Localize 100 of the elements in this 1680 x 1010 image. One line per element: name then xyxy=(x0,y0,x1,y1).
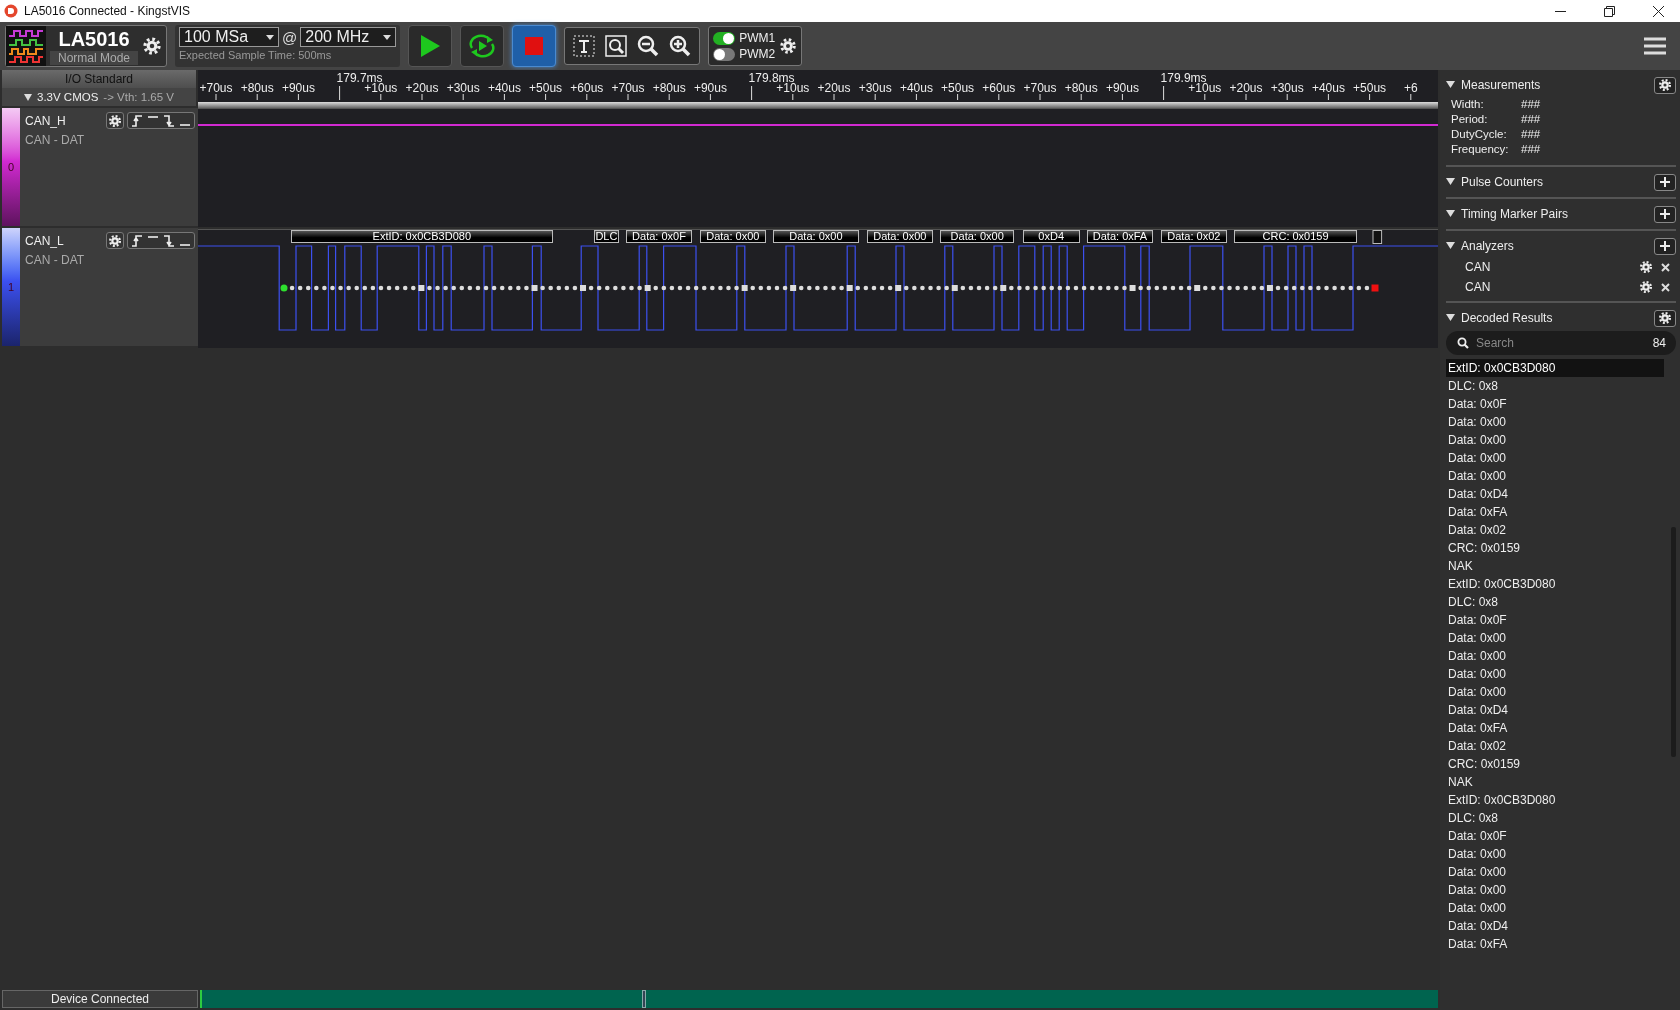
time-offset-label: +80us xyxy=(1064,81,1098,95)
decoded-result-row[interactable]: Data: 0x00 xyxy=(1446,863,1664,881)
collapse-icon[interactable] xyxy=(1446,81,1455,89)
caret-icon xyxy=(383,34,392,40)
decoded-result-row[interactable]: Data: 0x00 xyxy=(1446,899,1664,917)
settings-icon[interactable] xyxy=(1639,280,1653,294)
section-title[interactable]: Decoded Results xyxy=(1461,311,1648,325)
decoded-field[interactable]: Data: 0x00 xyxy=(699,230,766,243)
decoded-result-row[interactable]: Data: 0xFA xyxy=(1446,935,1664,953)
menu-icon[interactable] xyxy=(1644,37,1666,55)
decoded-field[interactable]: Data: 0x02 xyxy=(1160,230,1227,243)
decoded-result-row[interactable]: Data: 0xD4 xyxy=(1446,485,1664,503)
decoded-result-row[interactable]: Data: 0xD4 xyxy=(1446,701,1664,719)
decoded-result-row[interactable]: Data: 0x02 xyxy=(1446,521,1664,539)
start-button[interactable] xyxy=(408,25,453,67)
collapse-icon[interactable] xyxy=(1446,210,1455,218)
time-offset-label: +80us xyxy=(652,81,686,95)
settings-icon[interactable] xyxy=(779,37,798,55)
time-offset-label: +40us xyxy=(487,81,521,95)
section-title[interactable]: Measurements xyxy=(1461,78,1648,92)
restore-icon[interactable] xyxy=(1604,5,1615,17)
zoom-in-icon[interactable] xyxy=(669,35,692,57)
decoded-result-row[interactable]: DLC: 0x8 xyxy=(1446,377,1664,395)
falling-edge-icon[interactable] xyxy=(163,234,175,247)
settings-icon[interactable] xyxy=(142,36,163,56)
decoded-result-row[interactable]: DLC: 0x8 xyxy=(1446,809,1664,827)
decoded-result-row[interactable]: DLC: 0x8 xyxy=(1446,593,1664,611)
zoom-out-icon[interactable] xyxy=(637,35,660,57)
channel-name[interactable]: CAN_H xyxy=(25,113,103,128)
decoded-result-row[interactable]: NAK xyxy=(1446,773,1664,791)
decoded-field[interactable]: ExtID: 0x0CB3D080 xyxy=(290,230,553,243)
decoded-field[interactable]: Data: 0x0F xyxy=(626,230,692,243)
channel-protocol: CAN - DAT xyxy=(25,253,86,267)
decoded-result-row[interactable]: Data: 0x00 xyxy=(1446,449,1664,467)
decoded-result-row[interactable]: ExtID: 0x0CB3D080 xyxy=(1446,791,1664,809)
decoded-result-row[interactable]: Data: 0xFA xyxy=(1446,503,1664,521)
decoded-field[interactable]: 0xD4 xyxy=(1022,230,1080,243)
settings-icon[interactable] xyxy=(1639,260,1653,274)
falling-edge-icon[interactable] xyxy=(163,114,175,127)
rising-edge-icon[interactable] xyxy=(131,234,143,247)
decoded-result-row[interactable]: Data: 0x00 xyxy=(1446,845,1664,863)
analyzer-name[interactable]: CAN xyxy=(1465,260,1631,274)
decoded-field[interactable]: Data: 0x00 xyxy=(773,230,859,243)
decoded-field[interactable]: Data: 0x00 xyxy=(866,230,933,243)
decoded-result-row[interactable]: Data: 0x00 xyxy=(1446,629,1664,647)
decoded-field[interactable]: Data: 0xFA xyxy=(1087,230,1153,243)
decoded-field[interactable]: Data: 0x00 xyxy=(940,230,1014,243)
loop-start-button[interactable] xyxy=(460,25,505,67)
time-offset-label: +70us xyxy=(611,81,645,95)
decoded-result-row[interactable]: Data: 0x0F xyxy=(1446,611,1664,629)
channel-settings-button[interactable] xyxy=(106,232,124,249)
sample-rate-dropdown[interactable]: 200 MHz xyxy=(300,27,397,47)
decoded-result-row[interactable]: ExtID: 0x0CB3D080 xyxy=(1446,575,1664,593)
channel-settings-button[interactable] xyxy=(106,112,124,129)
time-offset-label: +90us xyxy=(1105,81,1139,95)
add-button[interactable] xyxy=(1654,173,1676,191)
decoded-result-row[interactable]: CRC: 0x0159 xyxy=(1446,755,1664,773)
section-title[interactable]: Analyzers xyxy=(1461,239,1648,253)
decoded-result-row[interactable]: Data: 0xFA xyxy=(1446,719,1664,737)
decoded-result-row[interactable]: Data: 0x00 xyxy=(1446,647,1664,665)
collapse-icon[interactable] xyxy=(1446,314,1455,322)
decoded-result-row[interactable]: Data: 0x00 xyxy=(1446,665,1664,683)
add-button[interactable] xyxy=(1654,237,1676,255)
decoded-result-row[interactable]: Data: 0x00 xyxy=(1446,683,1664,701)
decoded-result-row[interactable]: Data: 0x00 xyxy=(1446,881,1664,899)
collapse-icon[interactable] xyxy=(1446,242,1455,250)
sample-depth-dropdown[interactable]: 100 MSa xyxy=(179,27,280,47)
decoded-result-row[interactable]: Data: 0x0F xyxy=(1446,395,1664,413)
io-standard-dropdown[interactable]: 3.3V CMOS -> Vth: 1.65 V xyxy=(2,88,196,106)
text-cursor-icon[interactable] xyxy=(573,35,596,57)
decoded-result-row[interactable]: Data: 0x0F xyxy=(1446,827,1664,845)
add-button[interactable] xyxy=(1654,205,1676,223)
decoded-result-row[interactable]: ExtID: 0x0CB3D080 xyxy=(1446,359,1664,377)
decoded-result-row[interactable]: Data: 0x00 xyxy=(1446,467,1664,485)
close-icon[interactable] xyxy=(1653,5,1664,17)
decoded-result-row[interactable]: Data: 0xD4 xyxy=(1446,917,1664,935)
channel-index: 0 xyxy=(7,161,15,173)
plus-icon xyxy=(1660,241,1670,251)
overview-handle[interactable] xyxy=(642,990,646,1008)
decoded-field[interactable]: CRC: 0x0159 xyxy=(1234,230,1357,243)
expected-sample-time: Expected Sample Time: 500ms xyxy=(179,49,333,61)
decoded-result-row[interactable]: CRC: 0x0159 xyxy=(1446,539,1664,557)
time-offset-label: +20us xyxy=(817,81,851,95)
rising-edge-icon[interactable] xyxy=(131,114,143,127)
toggle-switch[interactable] xyxy=(713,31,736,45)
measurement-settings-button[interactable] xyxy=(1654,76,1676,94)
analyzer-name[interactable]: CAN xyxy=(1465,280,1631,294)
decoded-result-row[interactable]: Data: 0x00 xyxy=(1446,431,1664,449)
decoded-result-row[interactable]: Data: 0x02 xyxy=(1446,737,1664,755)
toggle-switch[interactable] xyxy=(713,47,736,61)
collapse-icon[interactable] xyxy=(1446,178,1455,186)
decoded-result-row[interactable]: Data: 0x00 xyxy=(1446,413,1664,431)
channel-name[interactable]: CAN_L xyxy=(25,233,103,248)
decoded-field[interactable]: DLC xyxy=(594,230,619,243)
zoom-fit-icon[interactable] xyxy=(605,35,628,57)
play-icon xyxy=(419,34,442,58)
results-settings-button[interactable] xyxy=(1654,309,1676,327)
section-title[interactable]: Timing Marker Pairs xyxy=(1461,207,1648,221)
section-title[interactable]: Pulse Counters xyxy=(1461,175,1648,189)
decoded-result-row[interactable]: NAK xyxy=(1446,557,1664,575)
